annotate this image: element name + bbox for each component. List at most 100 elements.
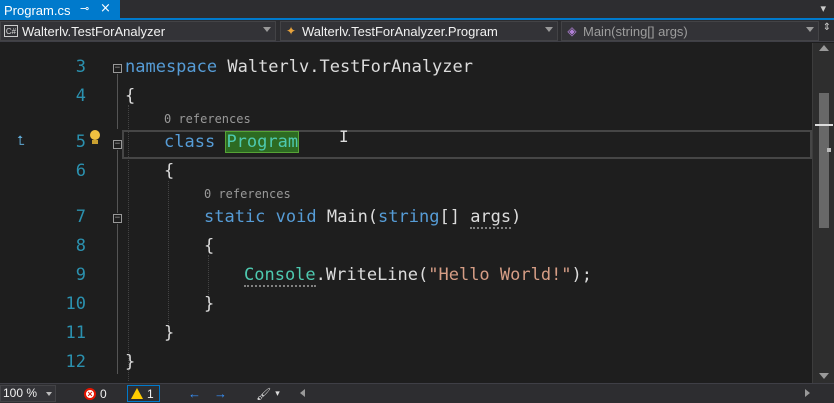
- code-line[interactable]: class Program: [164, 131, 300, 153]
- code-line[interactable]: {: [164, 161, 174, 181]
- scroll-right-icon[interactable]: [805, 389, 810, 397]
- code-token: Program: [225, 131, 300, 153]
- code-token: }: [164, 323, 175, 343]
- code-line[interactable]: {: [204, 236, 214, 256]
- warning-icon: [131, 388, 143, 399]
- project-dropdown[interactable]: C# Walterlv.TestForAnalyzer: [0, 21, 276, 41]
- type-dropdown-label: Walterlv.TestForAnalyzer.Program: [302, 23, 498, 39]
- code-editor[interactable]: ⮤ − − − 3 4 5 6 7 8 9 10 11 12 0 referen…: [0, 43, 812, 383]
- close-icon[interactable]: ×: [100, 1, 111, 16]
- pin-icon[interactable]: ⊸: [80, 2, 89, 15]
- chevron-down-icon: [545, 27, 553, 32]
- csharp-project-icon: C#: [4, 25, 18, 37]
- fold-line: [117, 224, 118, 374]
- warnings-indicator[interactable]: 1: [127, 385, 160, 402]
- code-token: namespace: [125, 57, 218, 77]
- error-icon: ×: [84, 387, 96, 400]
- code-line[interactable]: }: [204, 294, 214, 314]
- chevron-down-icon: [806, 27, 814, 32]
- horizontal-scrollbar[interactable]: [300, 387, 810, 399]
- collapse-namespace-icon[interactable]: −: [113, 64, 122, 73]
- previous-issue-button[interactable]: ←: [188, 385, 201, 402]
- line-number: 5: [75, 132, 86, 152]
- code-token: class: [164, 132, 216, 152]
- scroll-down-icon[interactable]: [819, 373, 829, 379]
- code-token: {: [164, 161, 175, 181]
- code-token: {: [125, 86, 136, 106]
- next-issue-button[interactable]: →: [214, 385, 227, 402]
- code-token: Walterlv.TestForAnalyzer: [217, 57, 473, 77]
- line-number: 8: [75, 236, 86, 256]
- code-line[interactable]: namespace Walterlv.TestForAnalyzer: [125, 57, 473, 77]
- codelens-references[interactable]: 0 references: [204, 187, 291, 201]
- code-token: .WriteLine(: [315, 265, 429, 285]
- code-token: }: [125, 352, 136, 372]
- type-dropdown[interactable]: ✦ Walterlv.TestForAnalyzer.Program: [280, 21, 558, 41]
- code-token: Main(: [316, 207, 379, 227]
- navigation-bar: C# Walterlv.TestForAnalyzer ✦ Walterlv.T…: [0, 20, 834, 42]
- chevron-down-icon: [263, 27, 271, 32]
- tab-title: Program.cs: [4, 2, 71, 18]
- caret-position-marker: [815, 124, 833, 126]
- brush-icon: 🖌: [256, 386, 272, 401]
- line-number: 10: [65, 294, 86, 314]
- line-number: 3: [75, 57, 86, 77]
- tab-strip: Program.cs ⊸ × ▾: [0, 0, 834, 20]
- chevron-down-icon: ▾: [275, 388, 280, 398]
- fold-line: [117, 74, 118, 129]
- code-line[interactable]: }: [125, 352, 135, 372]
- indent-guide: [168, 181, 169, 326]
- project-dropdown-label: Walterlv.TestForAnalyzer: [22, 23, 166, 39]
- tab-program-cs[interactable]: Program.cs ⊸ ×: [0, 0, 120, 20]
- errors-indicator[interactable]: × 0: [84, 385, 107, 402]
- scrollbar-thumb[interactable]: [819, 93, 829, 228]
- method-icon: ◈: [567, 24, 577, 38]
- code-token: Console: [244, 265, 316, 287]
- tab-overflow-dropdown-icon[interactable]: ▾: [820, 2, 826, 15]
- code-token: {: [204, 236, 215, 256]
- class-icon: ✦: [285, 24, 297, 38]
- code-token: static: [204, 207, 266, 227]
- code-token: string: [378, 207, 440, 227]
- code-token: []: [439, 207, 471, 227]
- editor-status-bar: 100 % × 0 1 ← → 🖌 ▾: [0, 383, 834, 403]
- scroll-left-icon[interactable]: [300, 389, 305, 397]
- indent-guide: [128, 105, 129, 381]
- scroll-up-icon[interactable]: [819, 45, 829, 51]
- code-cleanup-button[interactable]: 🖌 ▾: [256, 385, 280, 402]
- code-token: }: [204, 294, 215, 314]
- line-number: 4: [75, 86, 86, 106]
- text-cursor-icon: I: [339, 127, 349, 146]
- collapse-method-icon[interactable]: −: [113, 214, 122, 223]
- code-line[interactable]: {: [125, 86, 135, 106]
- split-window-icon[interactable]: ⇕: [820, 22, 834, 40]
- chevron-down-icon: [46, 392, 52, 396]
- zoom-dropdown[interactable]: 100 %: [0, 385, 56, 402]
- code-line[interactable]: }: [164, 323, 174, 343]
- warning-marker: [827, 148, 831, 152]
- code-line[interactable]: Console.WriteLine("Hello World!");: [244, 265, 593, 287]
- code-token: );: [571, 265, 593, 285]
- line-number: 11: [65, 323, 86, 343]
- code-line[interactable]: static void Main(string[] args): [204, 207, 522, 229]
- arrow-right-icon: →: [214, 386, 227, 401]
- line-number: 9: [75, 265, 86, 285]
- inheritance-margin-icon[interactable]: ⮤: [17, 134, 25, 149]
- lightbulb-icon[interactable]: [88, 129, 102, 147]
- warning-count: 1: [147, 386, 154, 401]
- vertical-scrollbar[interactable]: [812, 43, 834, 383]
- code-token: ): [511, 207, 522, 227]
- fold-line: [117, 150, 118, 213]
- zoom-level: 100 %: [3, 386, 38, 400]
- code-token: void: [275, 207, 317, 227]
- collapse-class-icon[interactable]: −: [113, 140, 122, 149]
- line-number: 7: [75, 207, 86, 227]
- member-dropdown[interactable]: ◈ Main(string[] args): [561, 21, 819, 41]
- line-number: 6: [75, 161, 86, 181]
- code-token: "Hello World!": [428, 265, 572, 285]
- line-number: 12: [65, 352, 86, 372]
- arrow-left-icon: ←: [188, 386, 201, 401]
- codelens-references[interactable]: 0 references: [164, 112, 251, 126]
